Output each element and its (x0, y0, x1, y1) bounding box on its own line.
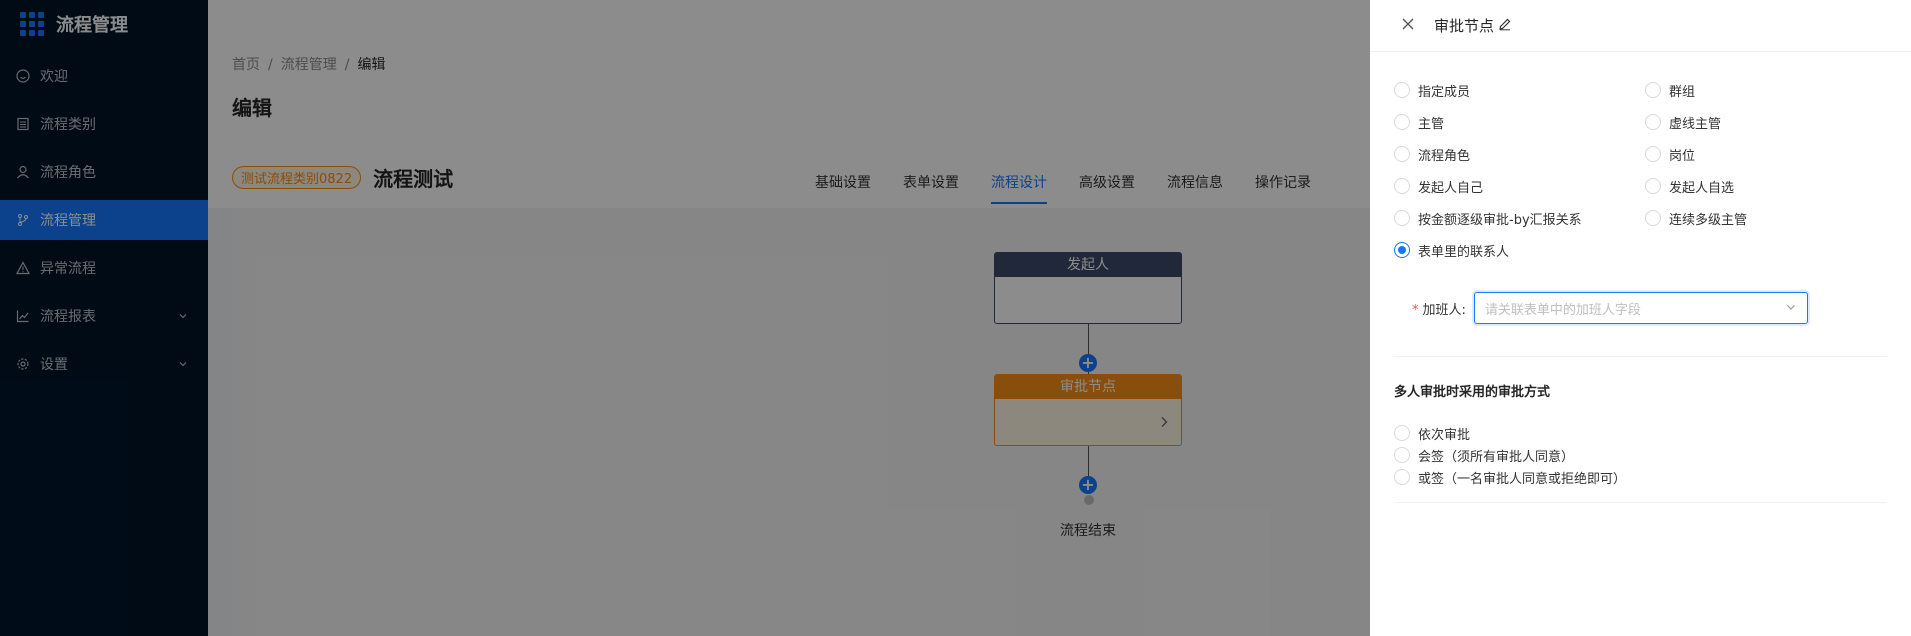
multi-approval-title: 多人审批时采用的审批方式 (1394, 385, 1551, 400)
radio-circle (1645, 114, 1661, 130)
radio-label: 指定成员 (1418, 84, 1471, 100)
radio-label: 表单里的联系人 (1418, 244, 1510, 260)
radio-label: 依次审批 (1418, 427, 1471, 443)
edit-icon[interactable] (1498, 17, 1512, 35)
radio-label: 流程角色 (1418, 148, 1471, 164)
radio-supervisor[interactable]: 主管 (1394, 106, 1645, 138)
radio-initiator-choose[interactable]: 发起人自选 (1645, 170, 1896, 202)
radio-form-contact[interactable]: 表单里的联系人 (1394, 234, 1645, 266)
radio-circle (1394, 178, 1410, 194)
divider (1394, 356, 1887, 357)
field-label-text: 加班人: (1422, 302, 1466, 318)
radio-sequential[interactable]: 依次审批 (1394, 422, 1887, 444)
radio-circle (1394, 114, 1410, 130)
radio-label: 岗位 (1669, 148, 1696, 164)
radio-label: 虚线主管 (1669, 116, 1722, 132)
radio-multi-level-supervisor[interactable]: 连续多级主管 (1645, 202, 1896, 234)
radio-circle (1394, 469, 1410, 485)
radio-group[interactable]: 群组 (1645, 74, 1896, 106)
radio-initiator-self[interactable]: 发起人自己 (1394, 170, 1645, 202)
overtime-person-select[interactable]: 请关联表单中的加班人字段 (1473, 292, 1808, 324)
radio-amount-escalation[interactable]: 按金额逐级审批-by汇报关系 (1394, 202, 1645, 234)
radio-circle (1394, 146, 1410, 162)
radio-label: 发起人自选 (1669, 180, 1735, 196)
radio-dotted-line-supervisor[interactable]: 虚线主管 (1645, 106, 1896, 138)
radio-label: 按金额逐级审批-by汇报关系 (1418, 212, 1582, 228)
radio-circle (1394, 210, 1410, 226)
drawer-body: 指定成员 群组 主管 虚线主管 流程角色 岗位 发起人自己 发起人自选 按金额逐… (1370, 74, 1911, 503)
select-placeholder: 请关联表单中的加班人字段 (1484, 302, 1641, 318)
approval-node-drawer: 审批节点 指定成员 群组 主管 虚线主管 流程角色 岗位 发起人自己 发起人自选… (1370, 0, 1911, 636)
approver-type-group: 指定成员 群组 主管 虚线主管 流程角色 岗位 发起人自己 发起人自选 按金额逐… (1394, 74, 1887, 266)
radio-position[interactable]: 岗位 (1645, 138, 1896, 170)
radio-label: 或签（一名审批人同意或拒绝即可） (1418, 471, 1627, 487)
radio-circle (1645, 82, 1661, 98)
radio-circle (1394, 82, 1410, 98)
radio-label: 发起人自己 (1418, 180, 1484, 196)
radio-circle (1394, 447, 1410, 463)
close-icon[interactable] (1400, 15, 1416, 36)
drawer-header: 审批节点 (1370, 0, 1911, 52)
radio-assigned-member[interactable]: 指定成员 (1394, 74, 1645, 106)
radio-circle (1645, 178, 1661, 194)
radio-circle (1394, 425, 1410, 441)
radio-label: 连续多级主管 (1669, 212, 1748, 228)
radio-label: 会签（须所有审批人同意） (1418, 449, 1575, 465)
divider (1394, 502, 1887, 503)
radio-circle (1645, 210, 1661, 226)
radio-circle (1394, 242, 1410, 258)
radio-circle (1645, 146, 1661, 162)
chevron-down-icon (1785, 301, 1797, 317)
radio-or-sign[interactable]: 或签（一名审批人同意或拒绝即可） (1394, 466, 1887, 488)
radio-label: 主管 (1418, 116, 1445, 132)
radio-label: 群组 (1669, 84, 1696, 100)
overtime-person-field: * 加班人: 请关联表单中的加班人字段 (1412, 292, 1887, 324)
drawer-title: 审批节点 (1434, 17, 1495, 35)
radio-countersign[interactable]: 会签（须所有审批人同意） (1394, 444, 1887, 466)
radio-process-role[interactable]: 流程角色 (1394, 138, 1645, 170)
multi-approval-mode-group: 依次审批 会签（须所有审批人同意） 或签（一名审批人同意或拒绝即可） (1394, 422, 1887, 488)
field-label: * 加班人: (1412, 302, 1466, 318)
